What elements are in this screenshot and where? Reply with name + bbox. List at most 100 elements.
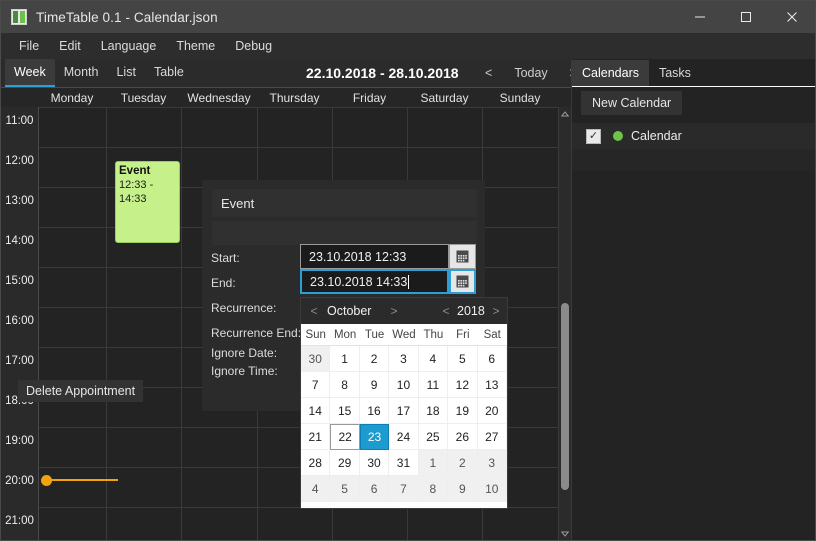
date-picker-day-cell[interactable]: 7 xyxy=(389,476,419,502)
date-picker-day-cell[interactable]: 24 xyxy=(389,424,419,450)
prev-year-icon[interactable]: < xyxy=(437,298,455,324)
application-window: TimeTable 0.1 - Calendar.json File Edit … xyxy=(0,0,816,541)
date-picker-week-row: 7 8 9 10 11 12 13 xyxy=(301,372,507,398)
date-picker-day-cell[interactable]: 28 xyxy=(301,450,331,476)
view-tab-month[interactable]: Month xyxy=(55,59,108,87)
calendar-list-item[interactable]: ✓ Calendar xyxy=(572,123,815,149)
maximize-icon[interactable] xyxy=(723,1,769,33)
date-picker-day-cell[interactable]: 26 xyxy=(448,424,478,450)
calendar-scrollbar[interactable] xyxy=(559,107,571,540)
minimize-icon[interactable] xyxy=(677,1,723,33)
view-tab-week[interactable]: Week xyxy=(5,59,55,87)
app-window-icon xyxy=(11,9,27,25)
time-label-1700: 17:00 xyxy=(5,355,34,367)
date-picker-week-row: 28 29 30 31 1 2 3 xyxy=(301,450,507,476)
date-picker-day-cell[interactable]: 27 xyxy=(477,424,507,450)
date-picker-day-cell[interactable]: 8 xyxy=(330,372,360,398)
date-picker-year-label: 2018 xyxy=(457,304,485,318)
label-ignore-time: Ignore Time: xyxy=(211,364,278,378)
date-navigation: < Today > xyxy=(477,59,585,86)
end-datetime-input[interactable]: 23.10.2018 14:33 xyxy=(300,269,449,294)
calendar-color-dot xyxy=(613,131,623,141)
right-panel: Calendars Tasks New Calendar ✓ Calendar xyxy=(571,59,815,540)
date-picker-day-cell[interactable]: 8 xyxy=(418,476,449,502)
date-picker-day-cell[interactable]: 30 xyxy=(301,346,331,372)
date-picker-day-cell[interactable]: 20 xyxy=(477,398,507,424)
window-title: TimeTable 0.1 - Calendar.json xyxy=(36,9,218,25)
date-picker-day-cell[interactable]: 29 xyxy=(330,450,360,476)
date-picker-day-cell[interactable]: 5 xyxy=(330,476,360,502)
start-calendar-picker-icon[interactable] xyxy=(449,244,476,269)
tab-calendars[interactable]: Calendars xyxy=(572,60,649,86)
date-picker-day-cell[interactable]: 12 xyxy=(448,372,478,398)
delete-appointment-button[interactable]: Delete Appointment xyxy=(18,380,144,402)
calendar-visibility-checkbox[interactable]: ✓ xyxy=(586,128,601,144)
next-month-icon[interactable]: > xyxy=(385,298,403,324)
label-recurrence-end: Recurrence End: xyxy=(211,326,302,340)
date-picker-day-cell[interactable]: 18 xyxy=(418,398,449,424)
date-picker-day-cell[interactable]: 2 xyxy=(448,450,478,476)
date-picker-day-cell[interactable]: 13 xyxy=(477,372,507,398)
date-picker-day-cell[interactable]: 2 xyxy=(359,346,390,372)
prev-week-button[interactable]: < xyxy=(477,59,500,86)
day-header-saturday: Saturday xyxy=(420,91,469,105)
date-picker-day-cell[interactable]: 19 xyxy=(448,398,478,424)
label-start: Start: xyxy=(211,251,240,265)
new-calendar-button[interactable]: New Calendar xyxy=(581,91,683,115)
prev-month-icon[interactable]: < xyxy=(305,298,323,324)
day-header-tuesday: Tuesday xyxy=(120,91,167,105)
date-picker-day-cell[interactable]: 1 xyxy=(330,346,360,372)
end-calendar-picker-icon[interactable] xyxy=(449,269,476,294)
time-axis: 11:00 12:00 13:00 14:00 15:00 16:00 17:0… xyxy=(1,107,38,540)
date-picker-day-cell[interactable]: 7 xyxy=(301,372,331,398)
start-datetime-input[interactable]: 23.10.2018 12:33 xyxy=(300,244,449,269)
date-picker-day-cell[interactable]: 15 xyxy=(330,398,360,424)
menu-item-language[interactable]: Language xyxy=(91,36,167,56)
date-picker-day-cell[interactable]: 3 xyxy=(389,346,419,372)
scroll-up-icon[interactable] xyxy=(559,107,571,121)
date-picker-day-cell[interactable]: 1 xyxy=(418,450,449,476)
date-picker-day-cell[interactable]: 4 xyxy=(301,476,331,502)
date-picker-popup[interactable]: < October > < 2018 > Sun Mon Tue Wed Thu… xyxy=(300,297,508,509)
date-picker-day-cell[interactable]: 9 xyxy=(359,372,390,398)
date-picker-day-cell[interactable]: 5 xyxy=(448,346,478,372)
scroll-down-icon[interactable] xyxy=(559,527,571,540)
date-picker-day-cell[interactable]: 10 xyxy=(477,476,507,502)
next-year-icon[interactable]: > xyxy=(487,298,505,324)
date-picker-day-cell[interactable]: 23 xyxy=(359,424,390,450)
date-picker-day-cell[interactable]: 6 xyxy=(477,346,507,372)
date-picker-day-cell[interactable]: 9 xyxy=(448,476,478,502)
date-picker-day-cell[interactable]: 10 xyxy=(389,372,419,398)
time-label-2100: 21:00 xyxy=(5,515,34,527)
menu-item-file[interactable]: File xyxy=(9,36,49,56)
date-picker-day-cell[interactable]: 16 xyxy=(359,398,390,424)
time-label-1500: 15:00 xyxy=(5,275,34,287)
menu-item-debug[interactable]: Debug xyxy=(225,36,282,56)
date-picker-day-cell[interactable]: 11 xyxy=(418,372,449,398)
date-picker-day-cell[interactable]: 22 xyxy=(330,424,360,450)
view-tab-list[interactable]: List xyxy=(107,59,144,87)
menu-item-edit[interactable]: Edit xyxy=(49,36,91,56)
date-picker-week-row: 14 15 16 17 18 19 20 xyxy=(301,398,507,424)
date-picker-day-cell[interactable]: 31 xyxy=(389,450,419,476)
date-picker-day-cell[interactable]: 4 xyxy=(418,346,449,372)
event-description-field[interactable] xyxy=(212,221,477,245)
date-picker-week-row: 30 1 2 3 4 5 6 xyxy=(301,346,507,372)
calendar-event-block[interactable]: Event 12:33 - 14:33 xyxy=(115,161,180,243)
time-label-2000: 20:00 xyxy=(5,475,34,487)
date-picker-day-cell[interactable]: 17 xyxy=(389,398,419,424)
view-tab-table[interactable]: Table xyxy=(145,59,193,87)
scrollbar-thumb[interactable] xyxy=(561,303,569,490)
date-picker-day-cell[interactable]: 25 xyxy=(418,424,449,450)
date-picker-day-cell[interactable]: 14 xyxy=(301,398,331,424)
date-picker-day-cell[interactable]: 21 xyxy=(301,424,331,450)
menu-item-theme[interactable]: Theme xyxy=(166,36,225,56)
today-button[interactable]: Today xyxy=(500,59,561,86)
event-title-field[interactable]: Event xyxy=(212,189,477,217)
date-picker-day-cell[interactable]: 3 xyxy=(477,450,507,476)
tab-tasks[interactable]: Tasks xyxy=(649,60,701,86)
day-header-row: Monday Tuesday Wednesday Thursday Friday… xyxy=(1,87,571,107)
date-picker-day-cell[interactable]: 30 xyxy=(359,450,390,476)
date-picker-day-cell[interactable]: 6 xyxy=(359,476,390,502)
close-icon[interactable] xyxy=(769,1,815,33)
